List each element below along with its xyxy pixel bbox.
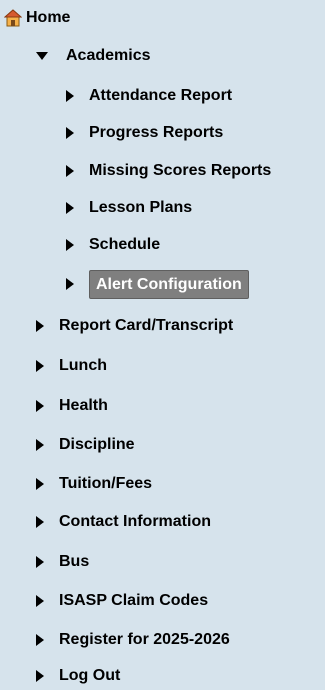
nav-label-academics: Academics [66,47,151,64]
triangle-right-icon [36,634,44,646]
triangle-right-icon [36,400,44,412]
nav-subitem-attendance-report[interactable]: Attendance Report [66,84,232,108]
nav-subitem-lesson-plans[interactable]: Lesson Plans [66,196,192,220]
nav-label: Tuition/Fees [59,475,153,492]
nav-label: Health [59,397,108,414]
triangle-right-icon [66,165,74,177]
triangle-right-icon [36,439,44,451]
triangle-right-icon [36,516,44,528]
nav-subitem-schedule[interactable]: Schedule [66,233,160,257]
nav-item-report-card-transcript[interactable]: Report Card/Transcript [36,314,233,338]
selected-item-label: Alert Configuration [89,269,249,299]
home-icon [3,9,23,27]
nav-item-home[interactable]: Home [3,6,71,30]
triangle-right-icon [36,478,44,490]
nav-label: Report Card/Transcript [59,317,234,334]
nav-item-log-out[interactable]: Log Out [36,664,120,688]
nav-item-lunch[interactable]: Lunch [36,354,107,378]
nav-label: Progress Reports [89,124,224,141]
nav-label: Lesson Plans [89,199,193,216]
triangle-right-icon [36,670,44,682]
nav-label: Contact Information [59,513,211,530]
nav-label-home: Home [26,9,71,26]
nav-item-health[interactable]: Health [36,394,108,418]
nav-label: Schedule [89,236,161,253]
nav-label: Bus [59,553,90,570]
nav-label: Discipline [59,436,135,453]
nav-label: Log Out [59,667,121,684]
triangle-right-icon [36,360,44,372]
triangle-right-icon [66,239,74,251]
triangle-right-icon [36,595,44,607]
nav-item-academics[interactable]: Academics [36,44,151,68]
nav-item-contact-information[interactable]: Contact Information [36,510,211,534]
nav-label: Register for 2025-2026 [59,631,230,648]
nav-label: Attendance Report [89,87,233,104]
triangle-right-icon [66,202,74,214]
nav-item-bus[interactable]: Bus [36,550,89,574]
triangle-right-icon [66,127,74,139]
nav-subitem-missing-scores-reports[interactable]: Missing Scores Reports [66,159,271,183]
triangle-down-icon [36,52,48,60]
nav-item-discipline[interactable]: Discipline [36,433,135,457]
triangle-right-icon [36,556,44,568]
triangle-right-icon [66,278,74,290]
nav-label: ISASP Claim Codes [59,592,209,609]
triangle-right-icon [66,90,74,102]
nav-item-isasp-claim-codes[interactable]: ISASP Claim Codes [36,589,208,613]
nav-subitem-progress-reports[interactable]: Progress Reports [66,121,223,145]
nav-item-tuition-fees[interactable]: Tuition/Fees [36,472,152,496]
nav-subitem-alert-configuration[interactable]: Alert Configuration [66,269,249,299]
triangle-right-icon [36,320,44,332]
nav-label: Missing Scores Reports [89,162,272,179]
nav-label: Lunch [59,357,107,374]
nav-item-register[interactable]: Register for 2025-2026 [36,628,230,652]
